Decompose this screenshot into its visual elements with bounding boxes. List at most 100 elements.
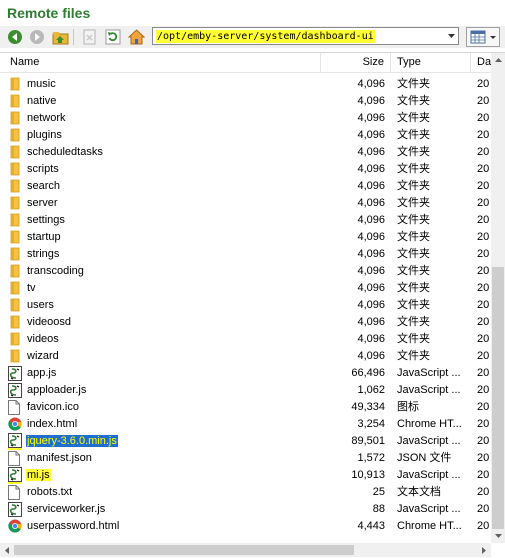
- folder-icon: [8, 110, 24, 127]
- file-row[interactable]: serviceworker.js 88 JavaScript ... 20: [0, 501, 491, 518]
- file-size: 1,062: [357, 384, 385, 396]
- back-button[interactable]: [6, 28, 24, 46]
- file-type: 文件夹: [397, 197, 430, 209]
- file-type: 文件夹: [397, 95, 430, 107]
- file-date: 20: [477, 401, 490, 413]
- scroll-right-icon[interactable]: [477, 543, 491, 557]
- file-size: 4,096: [357, 299, 385, 311]
- file-row[interactable]: plugins 4,096 文件夹 20: [0, 127, 491, 144]
- blank-file-icon: [8, 484, 24, 501]
- column-name[interactable]: Name: [0, 53, 321, 72]
- horizontal-scroll-thumb[interactable]: [14, 545, 354, 555]
- file-name: strings: [27, 248, 60, 260]
- file-type: 文件夹: [397, 214, 430, 226]
- js-file-icon: [8, 501, 24, 518]
- file-name: wizard: [27, 350, 59, 362]
- vertical-scrollbar[interactable]: [491, 53, 505, 543]
- file-date: 20: [477, 503, 490, 515]
- folder-icon: [8, 331, 24, 348]
- vertical-scroll-thumb[interactable]: [492, 267, 504, 529]
- file-name: settings: [27, 214, 65, 226]
- home-icon: [127, 29, 145, 45]
- file-type: 文件夹: [397, 129, 430, 141]
- file-name: serviceworker.js: [27, 503, 106, 515]
- file-row[interactable]: apploader.js 1,062 JavaScript ... 20: [0, 382, 491, 399]
- file-date: 20: [477, 316, 490, 328]
- file-row[interactable]: robots.txt 25 文本文档 20: [0, 484, 491, 501]
- file-row[interactable]: scheduledtasks 4,096 文件夹 20: [0, 144, 491, 161]
- path-dropdown-button[interactable]: [444, 28, 458, 44]
- file-type: JavaScript ...: [397, 367, 461, 379]
- column-size[interactable]: Size: [321, 53, 391, 72]
- file-date: 20: [477, 214, 490, 226]
- file-date: 20: [477, 248, 490, 260]
- file-type: 文件夹: [397, 180, 430, 192]
- file-row[interactable]: search 4,096 文件夹 20: [0, 178, 491, 195]
- scroll-up-icon[interactable]: [491, 53, 505, 67]
- view-mode-button[interactable]: [466, 27, 500, 47]
- file-row[interactable]: manifest.json 1,572 JSON 文件 20: [0, 450, 491, 467]
- horizontal-scrollbar[interactable]: [0, 543, 491, 557]
- file-name: server: [27, 197, 58, 209]
- file-row[interactable]: server 4,096 文件夹 20: [0, 195, 491, 212]
- file-row[interactable]: videoosd 4,096 文件夹 20: [0, 314, 491, 331]
- path-input[interactable]: /opt/emby-server/system/dashboard-ui: [156, 30, 375, 43]
- file-row[interactable]: userpassword.html 4,443 Chrome HT... 20: [0, 518, 491, 535]
- file-type: 图标: [397, 401, 419, 413]
- refresh-icon: [105, 29, 121, 45]
- file-row[interactable]: native 4,096 文件夹 20: [0, 93, 491, 110]
- folder-icon: [8, 229, 24, 246]
- folder-icon: [8, 127, 24, 144]
- file-date: 20: [477, 282, 490, 294]
- file-size: 4,096: [357, 350, 385, 362]
- stop-file-icon: [83, 29, 96, 45]
- file-size: 4,096: [357, 231, 385, 243]
- file-type: 文件夹: [397, 299, 430, 311]
- file-row[interactable]: settings 4,096 文件夹 20: [0, 212, 491, 229]
- file-row[interactable]: jquery-3.6.0.min.js 89,501 JavaScript ... 2…: [0, 433, 491, 450]
- stop-button[interactable]: [81, 28, 99, 46]
- file-row[interactable]: mi.js 10,913 JavaScript ... 20: [0, 467, 491, 484]
- file-date: 20: [477, 197, 490, 209]
- refresh-button[interactable]: [104, 28, 122, 46]
- column-date[interactable]: Da: [471, 53, 491, 72]
- file-row[interactable]: startup 4,096 文件夹 20: [0, 229, 491, 246]
- file-size: 4,096: [357, 282, 385, 294]
- file-date: 20: [477, 435, 490, 447]
- folder-icon: [8, 195, 24, 212]
- file-row[interactable]: wizard 4,096 文件夹 20: [0, 348, 491, 365]
- file-row[interactable]: strings 4,096 文件夹 20: [0, 246, 491, 263]
- file-row[interactable]: transcoding 4,096 文件夹 20: [0, 263, 491, 280]
- js-file-icon: [8, 467, 24, 484]
- file-row[interactable]: scripts 4,096 文件夹 20: [0, 161, 491, 178]
- column-type[interactable]: Type: [391, 53, 471, 72]
- file-row[interactable]: users 4,096 文件夹 20: [0, 297, 491, 314]
- file-row[interactable]: index.html 3,254 Chrome HT... 20: [0, 416, 491, 433]
- file-row[interactable]: music 4,096 文件夹 20: [0, 76, 491, 93]
- file-type: 文件夹: [397, 333, 430, 345]
- file-name: robots.txt: [27, 486, 73, 498]
- folder-icon: [8, 280, 24, 297]
- file-date: 20: [477, 367, 490, 379]
- file-date: 20: [477, 163, 490, 175]
- scroll-left-icon[interactable]: [0, 543, 14, 557]
- path-combobox[interactable]: /opt/emby-server/system/dashboard-ui: [152, 27, 459, 45]
- file-size: 4,096: [357, 180, 385, 192]
- file-size: 1,572: [357, 452, 385, 464]
- folder-icon: [8, 178, 24, 195]
- scroll-down-icon[interactable]: [491, 529, 505, 543]
- file-name: videoosd: [27, 316, 72, 328]
- file-row[interactable]: app.js 66,496 JavaScript ... 20: [0, 365, 491, 382]
- file-row[interactable]: network 4,096 文件夹 20: [0, 110, 491, 127]
- home-button[interactable]: [127, 28, 145, 46]
- parent-folder-button[interactable]: [51, 28, 69, 46]
- file-row[interactable]: favicon.ico 49,334 图标 20: [0, 399, 491, 416]
- file-size: 4,096: [357, 95, 385, 107]
- file-date: 20: [477, 452, 490, 464]
- file-name: videos: [27, 333, 59, 345]
- file-name: mi.js: [26, 469, 51, 481]
- folder-icon: [8, 144, 24, 161]
- file-row[interactable]: tv 4,096 文件夹 20: [0, 280, 491, 297]
- file-row[interactable]: videos 4,096 文件夹 20: [0, 331, 491, 348]
- forward-button[interactable]: [28, 28, 46, 46]
